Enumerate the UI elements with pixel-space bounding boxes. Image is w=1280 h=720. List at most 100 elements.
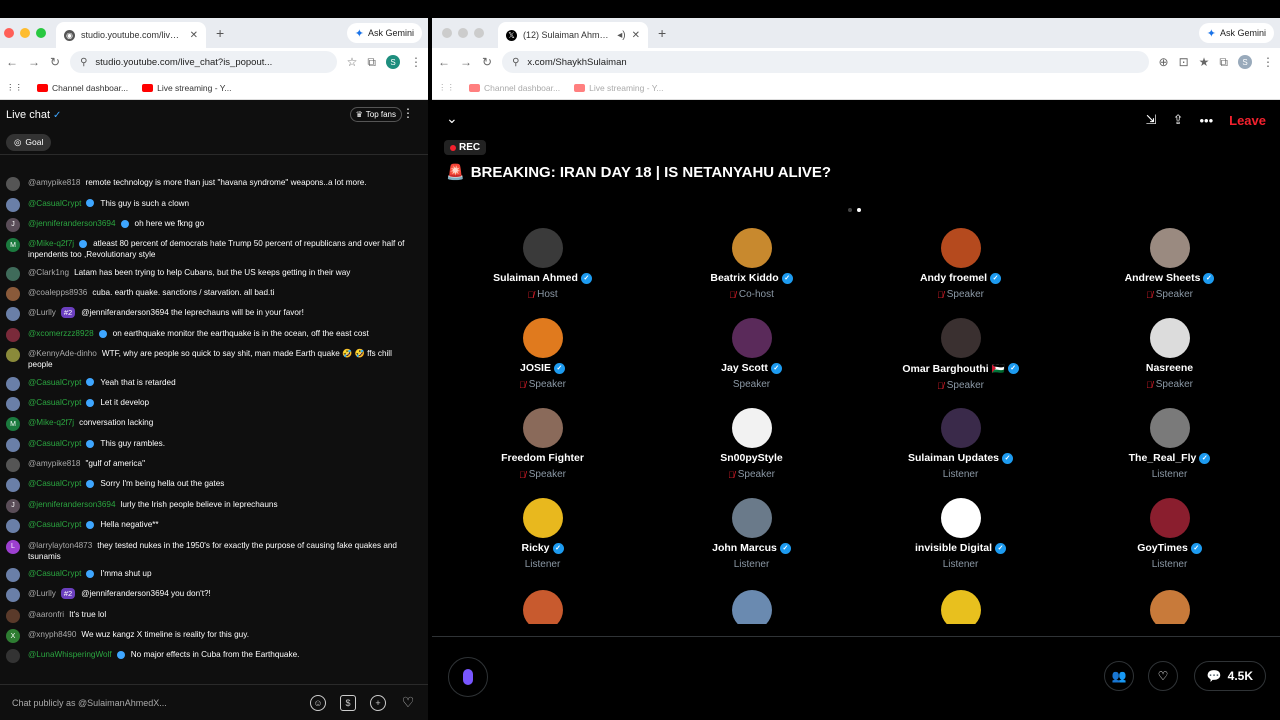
chat-message[interactable]: @Clark1ng Latam has been trying to help C…: [6, 264, 428, 284]
zoom-icon[interactable]: ⊕: [1159, 55, 1169, 69]
avatar[interactable]: X: [6, 629, 20, 644]
people-button[interactable]: 👥: [1104, 661, 1134, 691]
message-author[interactable]: @Mike-q2f7j: [28, 239, 74, 248]
avatar[interactable]: [6, 588, 20, 603]
avatar[interactable]: [522, 498, 563, 538]
maximize-window-button[interactable]: [474, 28, 484, 38]
message-author[interactable]: @amypike818: [28, 459, 80, 468]
reload-icon[interactable]: ↻: [482, 55, 492, 69]
participant-card[interactable]: [438, 590, 647, 624]
message-author[interactable]: @jenniferanderson3694: [28, 500, 116, 509]
page-dot-active[interactable]: [857, 208, 861, 212]
participant-card[interactable]: Sn00pyStyle 🎙̸ Speaker: [647, 408, 856, 488]
emoji-icon[interactable]: ☺: [310, 694, 326, 711]
chat-message[interactable]: @CasualCrypt I'mma shut up: [6, 565, 428, 585]
bookmark-star-icon[interactable]: ☆: [347, 55, 358, 69]
message-author[interactable]: @larrylayton4873: [28, 541, 92, 550]
site-info-icon[interactable]: ⚲: [80, 57, 87, 68]
avatar[interactable]: [1149, 228, 1190, 268]
top-fans-button[interactable]: ♛ Top fans: [349, 107, 402, 122]
participant-card[interactable]: GoyTimes ✓ Listener: [1065, 498, 1274, 578]
avatar[interactable]: [731, 498, 772, 538]
chat-message[interactable]: J @jenniferanderson3694 oh here we fkng go: [6, 215, 428, 235]
participant-card[interactable]: JOSIE ✓ 🎙̸ Speaker: [438, 318, 647, 398]
chat-message[interactable]: L @larrylayton4873 they tested nukes in th…: [6, 536, 428, 564]
avatar[interactable]: [940, 590, 981, 624]
message-author[interactable]: @aaronfri: [28, 610, 64, 619]
avatar[interactable]: [731, 590, 772, 624]
new-tab-button[interactable]: +: [216, 25, 224, 41]
participant-card[interactable]: [1065, 590, 1274, 624]
avatar[interactable]: [731, 228, 772, 268]
menu-icon[interactable]: ⋮: [410, 55, 422, 69]
message-author[interactable]: @Lurlly: [28, 589, 56, 598]
avatar[interactable]: [940, 318, 981, 358]
page-dot[interactable]: [848, 208, 852, 212]
heart-icon[interactable]: ♡: [400, 694, 416, 711]
profile-avatar[interactable]: S: [386, 55, 400, 69]
chat-message[interactable]: @coalepps8936 cuba. earth quake. sanction…: [6, 284, 428, 304]
avatar[interactable]: L: [6, 539, 20, 554]
url-field[interactable]: ⚲ studio.youtube.com/live_chat?is_popout…: [70, 51, 337, 73]
message-author[interactable]: @LunaWhisperingWolf: [28, 650, 112, 659]
chat-message[interactable]: @CasualCrypt Let it develop: [6, 394, 428, 414]
message-author[interactable]: @Clark1ng: [28, 268, 69, 277]
message-author[interactable]: @xcomerzzz8928: [28, 329, 94, 338]
reactions-button[interactable]: ♡: [1148, 661, 1178, 691]
avatar[interactable]: [522, 318, 563, 358]
bookmark-channel-dashboard[interactable]: Channel dashboar...: [469, 83, 560, 93]
apps-grid-icon[interactable]: ⋮⋮: [6, 82, 23, 93]
extension-icon[interactable]: ⧉: [367, 55, 376, 70]
close-window-button[interactable]: [4, 28, 14, 38]
chat-title[interactable]: Live chat: [6, 109, 50, 121]
message-author[interactable]: @CasualCrypt: [28, 378, 81, 387]
url-field[interactable]: ⚲ x.com/ShaykhSulaiman: [502, 51, 1149, 73]
avatar[interactable]: [6, 478, 20, 493]
message-author[interactable]: @CasualCrypt: [28, 439, 81, 448]
share-icon[interactable]: ⇪: [1173, 112, 1184, 128]
add-icon[interactable]: +: [370, 694, 386, 711]
back-icon[interactable]: ←: [6, 55, 18, 69]
chat-message[interactable]: @CasualCrypt Yeah that is retarded: [6, 373, 428, 393]
participant-card[interactable]: The_Real_Fly ✓ Listener: [1065, 408, 1274, 488]
avatar[interactable]: M: [6, 417, 20, 432]
comments-button[interactable]: 💬 4.5K: [1193, 661, 1266, 691]
chat-message[interactable]: J @jenniferanderson3694 lurly the Irish pe…: [6, 496, 428, 516]
profile-avatar[interactable]: S: [1238, 55, 1252, 69]
minimize-window-button[interactable]: [20, 28, 30, 38]
message-author[interactable]: @Lurlly: [28, 308, 56, 317]
reload-icon[interactable]: ↻: [50, 55, 60, 69]
avatar[interactable]: [6, 396, 20, 411]
chat-message-list[interactable]: @amypike818 remote technology is more tha…: [0, 174, 428, 694]
chat-message[interactable]: @CasualCrypt This guy rambles.: [6, 435, 428, 455]
avatar[interactable]: [940, 228, 981, 268]
apps-grid-icon[interactable]: ⋮⋮: [438, 82, 455, 93]
chat-message[interactable]: @xcomerzzz8928 on earthquake monitor the …: [6, 325, 428, 345]
participant-card[interactable]: Sulaiman Ahmed ✓ 🎙̸ Host: [438, 228, 647, 308]
avatar[interactable]: M: [6, 238, 20, 253]
ask-gemini-button[interactable]: ✦ Ask Gemini: [346, 23, 422, 43]
message-author[interactable]: @xnyph8490: [28, 630, 76, 639]
avatar[interactable]: [6, 327, 20, 342]
chevron-down-icon[interactable]: ⌄: [446, 110, 458, 127]
participant-card[interactable]: Sulaiman Updates ✓ Listener: [856, 408, 1065, 488]
forward-icon[interactable]: →: [460, 55, 472, 69]
microphone-button[interactable]: [448, 657, 488, 697]
avatar[interactable]: [6, 567, 20, 582]
chat-message[interactable]: @KennyAde-dinho WTF, why are people so qu…: [6, 345, 428, 373]
avatar[interactable]: [731, 408, 772, 448]
site-info-icon[interactable]: ⚲: [512, 57, 519, 68]
super-chat-icon[interactable]: $: [340, 694, 356, 711]
message-author[interactable]: @jenniferanderson3694: [28, 219, 116, 228]
avatar[interactable]: [1149, 590, 1190, 624]
chat-message[interactable]: @Lurlly #2 @jenniferanderson3694 the lepre…: [6, 304, 428, 324]
browser-tab[interactable]: 𝕏 (12) Sulaiman Ahmed (@S ◂) ✕: [498, 22, 648, 48]
bookmark-star-icon[interactable]: ★: [1199, 55, 1210, 69]
avatar[interactable]: [6, 266, 20, 281]
avatar[interactable]: [731, 318, 772, 358]
chat-message[interactable]: @Lurlly #2 @jenniferanderson3694 you don't…: [6, 585, 428, 605]
install-icon[interactable]: ⊡: [1179, 55, 1189, 69]
goal-button[interactable]: ◎ Goal: [6, 133, 52, 151]
more-options-icon[interactable]: ⋮: [402, 106, 414, 120]
forward-icon[interactable]: →: [28, 55, 40, 69]
